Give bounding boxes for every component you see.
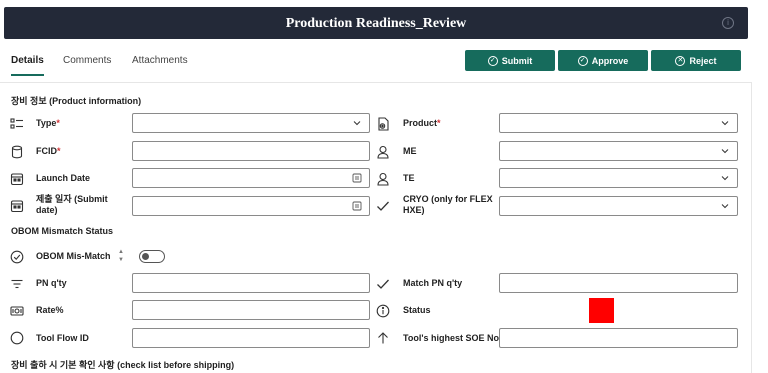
filter-lines-icon [10, 277, 24, 291]
cryo-dropdown[interactable] [499, 196, 738, 216]
circle-icon [10, 331, 24, 345]
chevron-down-icon [721, 176, 729, 181]
tab-attachments[interactable]: Attachments [132, 55, 188, 66]
chevron-down-icon [353, 121, 361, 126]
cryo-label: CRYO (only for FLEX HXE) [403, 194, 493, 215]
launch-date-label: Launch Date [36, 173, 91, 183]
chevron-down-icon [721, 121, 729, 126]
tab-details[interactable]: Details [11, 55, 44, 66]
te-dropdown[interactable] [499, 168, 738, 188]
reject-button[interactable]: ✕ Reject [651, 50, 741, 71]
tab-comments[interactable]: Comments [63, 55, 111, 66]
approve-button[interactable]: ✓ Approve [558, 50, 648, 71]
chevron-down-icon [721, 204, 729, 209]
te-label: TE [403, 173, 415, 183]
me-dropdown[interactable] [499, 141, 738, 161]
product-label: Product* [403, 118, 441, 128]
submit-date-picker[interactable] [132, 196, 370, 216]
obom-mismatch-label: OBOM Mis-Match [36, 251, 111, 261]
launch-date-picker[interactable] [132, 168, 370, 188]
tool-highest-soe-input[interactable] [499, 328, 738, 348]
list-icon [10, 117, 24, 131]
me-label: ME [403, 146, 417, 156]
sort-arrows-icon: ▲ ▼ [118, 249, 124, 263]
title-bar: Production Readiness_Review i [4, 7, 748, 39]
pn-qty-input[interactable] [132, 273, 370, 293]
gear-document-icon [376, 117, 390, 131]
pn-qty-label: PN q'ty [36, 278, 67, 288]
tab-active-indicator [11, 74, 44, 76]
fcid-input[interactable] [132, 141, 370, 161]
fcid-label: FCID* [36, 146, 61, 156]
type-dropdown[interactable] [132, 113, 370, 133]
info-icon [376, 304, 390, 318]
person-icon [376, 172, 390, 186]
match-pn-qty-input[interactable] [499, 273, 738, 293]
match-pn-qty-label: Match PN q'ty [403, 278, 463, 288]
checkmark-icon [376, 199, 390, 213]
page-title: Production Readiness_Review [285, 16, 467, 31]
section-checklist: 장비 출하 시 기본 확인 사항 (check list before ship… [11, 360, 235, 370]
submit-button[interactable]: ✓ Submit [465, 50, 555, 71]
obom-mismatch-toggle[interactable] [139, 250, 165, 263]
toggle-knob [142, 253, 149, 260]
tool-highest-soe-label: Tool's highest SOE No. [403, 333, 502, 343]
check-circle-icon [10, 250, 24, 264]
check-circle-icon: ✓ [487, 55, 498, 66]
tool-flow-id-input[interactable] [132, 328, 370, 348]
chevron-down-icon [721, 149, 729, 154]
money-icon [10, 304, 24, 318]
reject-button-label: Reject [689, 55, 717, 66]
product-dropdown[interactable] [499, 113, 738, 133]
approve-button-label: Approve [591, 55, 629, 66]
arrow-up-icon [376, 331, 390, 345]
rate-label: Rate% [36, 305, 64, 315]
info-icon[interactable]: i [722, 17, 734, 29]
type-label: Type* [36, 118, 60, 128]
calendar-icon [10, 199, 24, 213]
calendar-icon[interactable] [352, 173, 362, 183]
submit-button-label: Submit [501, 55, 533, 66]
tool-flow-id-label: Tool Flow ID [36, 333, 89, 343]
checkmark-icon [376, 277, 390, 291]
section-obom: OBOM Mismatch Status [11, 226, 114, 236]
calendar-icon [10, 172, 24, 186]
person-icon [376, 145, 390, 159]
section-product-info: 장비 정보 (Product information) [11, 96, 142, 106]
check-circle-icon: ✓ [577, 55, 588, 66]
status-indicator [589, 298, 614, 323]
status-label: Status [403, 305, 431, 315]
submit-date-label: 제출 일자 (Submit date) [36, 194, 108, 215]
database-icon [10, 145, 24, 159]
rate-input[interactable] [132, 300, 370, 320]
calendar-icon[interactable] [352, 201, 362, 211]
close-circle-icon: ✕ [675, 55, 686, 66]
